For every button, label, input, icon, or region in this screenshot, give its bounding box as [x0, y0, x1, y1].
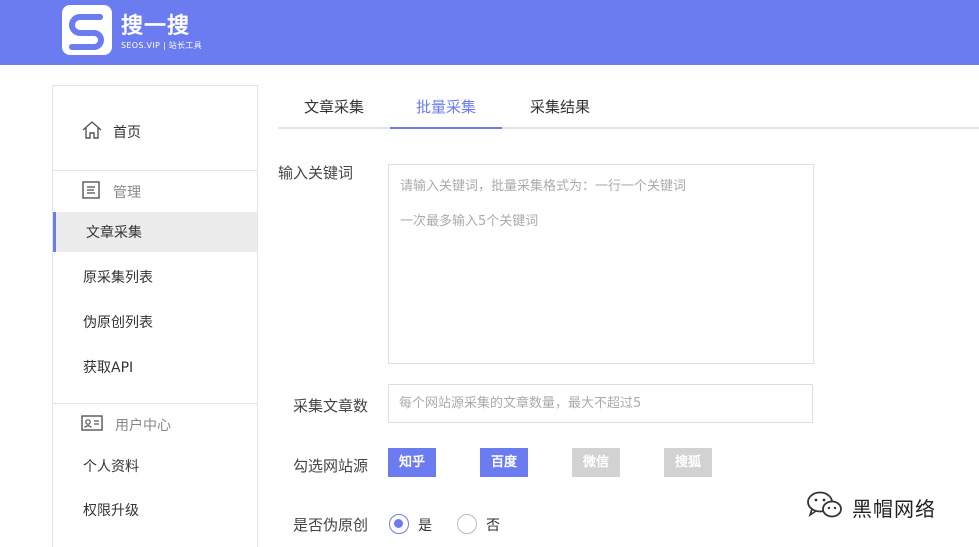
sources-label: 勾选网站源 [293, 457, 369, 475]
pseudo-yes-label: 是 [418, 518, 432, 534]
keywords-placeholder-line2: 一次最多输入5个关键词 [400, 214, 539, 229]
sidebar-item-label: 获取API [83, 360, 134, 376]
sidebar: 首页 管理 文章采集 原采集列表 伪原创列表 获取API 用户中心 个人资料 权… [52, 85, 258, 547]
sidebar-item-original-list[interactable]: 原采集列表 [53, 257, 257, 297]
pseudo-no-radio[interactable] [457, 514, 477, 534]
divider [53, 403, 257, 404]
sidebar-item-label: 原采集列表 [83, 270, 153, 286]
top-header: 搜一搜 SEOS.VIP | 站长工具 [0, 0, 979, 65]
keywords-textarea[interactable]: 请输入关键词，批量采集格式为：一行一个关键词 一次最多输入5个关键词 [388, 164, 814, 364]
keywords-placeholder-line1: 请输入关键词，批量采集格式为：一行一个关键词 [400, 179, 687, 194]
source-wechat-button[interactable]: 微信 [572, 448, 620, 477]
tab-collect-results[interactable]: 采集结果 [514, 88, 606, 129]
home-icon [81, 119, 103, 145]
source-sohu-button[interactable]: 搜狐 [664, 448, 712, 477]
sidebar-item-label: 个人资料 [83, 459, 139, 475]
document-icon [81, 180, 101, 204]
wechat-icon [806, 490, 844, 524]
sidebar-item-pseudo-list[interactable]: 伪原创列表 [53, 302, 257, 342]
id-card-icon [81, 414, 103, 436]
sidebar-item-label: 首页 [113, 125, 141, 141]
divider [53, 170, 257, 171]
sidebar-section-label: 用户中心 [115, 418, 171, 434]
brand-title: 搜一搜 [121, 14, 191, 39]
tab-batch-collect[interactable]: 批量采集 [390, 88, 502, 129]
tab-article-collect[interactable]: 文章采集 [288, 88, 380, 129]
sidebar-item-article-collect[interactable]: 文章采集 [53, 212, 257, 252]
sidebar-item-label: 伪原创列表 [83, 315, 153, 331]
sidebar-item-get-api[interactable]: 获取API [53, 347, 257, 387]
sidebar-section-label: 管理 [113, 185, 141, 201]
watermark: 黑帽网络 [806, 490, 936, 524]
sidebar-item-label: 权限升级 [83, 503, 139, 519]
source-baidu-button[interactable]: 百度 [480, 448, 528, 477]
tab-bar: 文章采集 批量采集 采集结果 [278, 88, 979, 129]
pseudo-original-label: 是否伪原创 [293, 516, 369, 534]
brand-subtitle: SEOS.VIP | 站长工具 [121, 41, 202, 50]
sidebar-item-home[interactable]: 首页 [53, 114, 257, 150]
pseudo-yes-radio[interactable] [389, 514, 409, 534]
sidebar-section-user: 用户中心 [53, 411, 257, 439]
article-count-input[interactable]: 每个网站源采集的文章数量，最大不超过5 [388, 384, 813, 423]
sidebar-item-profile[interactable]: 个人资料 [53, 446, 257, 486]
sidebar-item-label: 文章采集 [86, 225, 142, 241]
keywords-label: 输入关键词 [278, 164, 354, 182]
sidebar-section-manage: 管理 [53, 178, 257, 206]
watermark-text: 黑帽网络 [852, 496, 936, 521]
sidebar-item-upgrade[interactable]: 权限升级 [53, 490, 257, 530]
source-zhihu-button[interactable]: 知乎 [388, 448, 436, 477]
pseudo-no-label: 否 [486, 518, 500, 534]
article-count-label: 采集文章数 [293, 397, 369, 415]
logo-icon[interactable] [62, 5, 112, 55]
